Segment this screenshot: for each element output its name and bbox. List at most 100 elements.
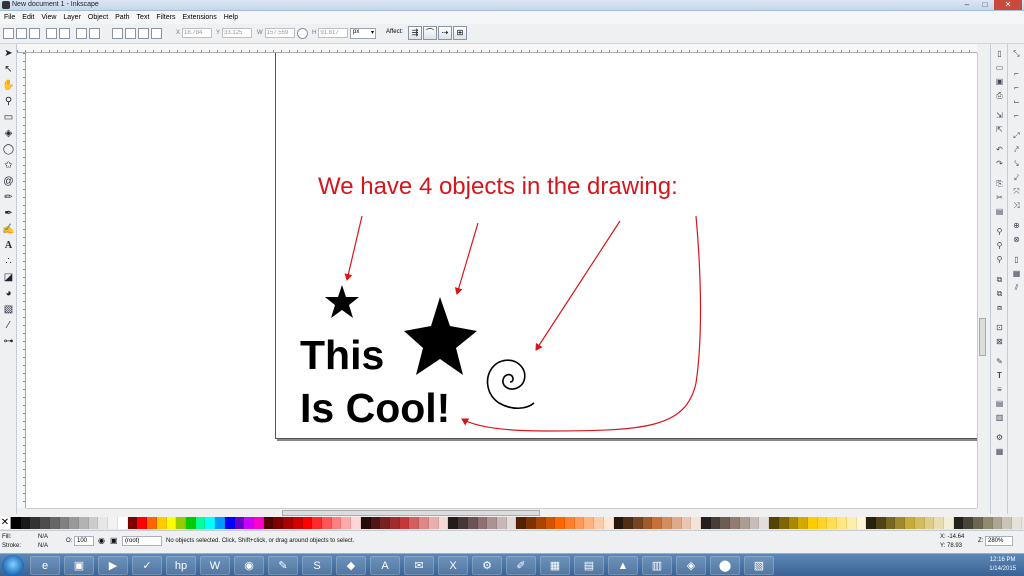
palette-swatch[interactable] bbox=[30, 517, 41, 529]
palette-swatch[interactable] bbox=[963, 517, 974, 529]
palette-swatch[interactable] bbox=[156, 517, 167, 529]
network-icon[interactable]: ◈ bbox=[676, 556, 706, 575]
acrobat-icon[interactable]: A bbox=[370, 556, 400, 575]
snap-bbox-icon[interactable]: ⌐ bbox=[1011, 68, 1022, 79]
vlc-icon[interactable]: ▲ bbox=[608, 556, 638, 575]
palette-swatch[interactable] bbox=[545, 517, 556, 529]
ungroup-icon[interactable]: ⊠ bbox=[994, 336, 1005, 347]
menu-text[interactable]: Text bbox=[137, 14, 150, 21]
deselect-icon[interactable] bbox=[29, 28, 40, 39]
palette-swatch[interactable] bbox=[973, 517, 983, 529]
close-button[interactable]: ✕ bbox=[994, 0, 1022, 10]
palette-swatch[interactable] bbox=[137, 517, 148, 529]
palette-swatch[interactable] bbox=[866, 517, 876, 529]
skype-icon[interactable]: S bbox=[302, 556, 332, 575]
paste-icon[interactable]: ▤ bbox=[994, 206, 1005, 217]
palette-swatch[interactable] bbox=[905, 517, 915, 529]
palette-swatch[interactable] bbox=[117, 517, 128, 529]
palette-swatch[interactable] bbox=[603, 517, 614, 529]
palette-swatch[interactable] bbox=[944, 517, 954, 529]
palette-swatch[interactable] bbox=[1012, 517, 1022, 529]
palette-swatch[interactable] bbox=[458, 517, 468, 529]
palette-swatch[interactable] bbox=[506, 517, 517, 529]
palette-swatch[interactable] bbox=[535, 517, 546, 529]
palette-swatch[interactable] bbox=[195, 517, 206, 529]
snap-bbox-edge-icon[interactable]: ⌐ bbox=[1011, 82, 1022, 93]
palette-swatch[interactable] bbox=[759, 517, 770, 529]
move-patterns-icon[interactable]: ⊞ bbox=[453, 26, 467, 40]
snap-centers-icon[interactable]: ⊕ bbox=[1011, 220, 1022, 231]
maximize-button[interactable]: □ bbox=[976, 0, 994, 10]
palette-swatch[interactable] bbox=[633, 517, 643, 529]
palette-swatch[interactable] bbox=[778, 517, 789, 529]
palette-swatch[interactable] bbox=[856, 517, 867, 529]
palette-swatch[interactable] bbox=[477, 517, 488, 529]
rotate-cw-icon[interactable] bbox=[59, 28, 70, 39]
palette-swatch[interactable] bbox=[292, 517, 303, 529]
snap-nodes-icon[interactable]: ⤢ bbox=[1011, 130, 1022, 141]
connector-tool-icon[interactable]: ⊶ bbox=[2, 335, 15, 348]
palette-swatch[interactable] bbox=[710, 517, 721, 529]
drawing-canvas[interactable]: We have 4 objects in the drawing: This I… bbox=[26, 53, 977, 508]
document-properties-icon[interactable]: ▦ bbox=[994, 446, 1005, 457]
small-star[interactable] bbox=[325, 285, 359, 318]
scale-stroke-icon[interactable]: ⇶ bbox=[408, 26, 422, 40]
palette-swatch[interactable] bbox=[341, 517, 352, 529]
vertical-scrollbar[interactable] bbox=[977, 53, 987, 508]
palette-swatch[interactable] bbox=[409, 517, 420, 529]
palette-swatch[interactable] bbox=[253, 517, 264, 529]
lock-ratio-icon[interactable] bbox=[297, 28, 308, 39]
flip-vertical-icon[interactable] bbox=[89, 28, 100, 39]
flip-horizontal-icon[interactable] bbox=[76, 28, 87, 39]
palette-swatch[interactable] bbox=[652, 517, 663, 529]
palette-swatch[interactable] bbox=[992, 517, 1003, 529]
layer-select[interactable]: (root) bbox=[122, 536, 162, 546]
palette-swatch[interactable] bbox=[574, 517, 585, 529]
clone-icon[interactable]: ⧉ bbox=[994, 288, 1005, 299]
eraser-tool-icon[interactable]: ◪ bbox=[2, 271, 15, 284]
folder-icon[interactable]: ▣ bbox=[64, 556, 94, 575]
raise-icon[interactable] bbox=[125, 28, 136, 39]
palette-swatch[interactable] bbox=[807, 517, 818, 529]
word-icon[interactable]: W bbox=[200, 556, 230, 575]
palette-swatch[interactable] bbox=[370, 517, 381, 529]
x-input[interactable] bbox=[182, 28, 213, 38]
palette-swatch[interactable] bbox=[730, 517, 740, 529]
scale-corners-icon[interactable]: ⌒ bbox=[423, 26, 437, 40]
palette-swatch[interactable] bbox=[79, 517, 89, 529]
clock[interactable]: 12:16 PM 1/14/2015 bbox=[989, 556, 1016, 574]
palette-swatch[interactable] bbox=[185, 517, 196, 529]
palette-swatch[interactable] bbox=[467, 517, 478, 529]
select-all-icon[interactable] bbox=[3, 28, 14, 39]
menu-view[interactable]: View bbox=[41, 14, 56, 21]
no-paint-swatch[interactable]: ✕ bbox=[0, 517, 11, 529]
save-icon[interactable]: ▣ bbox=[994, 76, 1005, 87]
calligraphy-tool-icon[interactable]: ✍ bbox=[2, 223, 15, 236]
palette-swatch[interactable] bbox=[662, 517, 672, 529]
palette-swatch[interactable] bbox=[1002, 517, 1013, 529]
palette-swatch[interactable] bbox=[914, 517, 925, 529]
lock-icon[interactable]: ▣ bbox=[110, 536, 118, 545]
palette-swatch[interactable] bbox=[564, 517, 575, 529]
palette-swatch[interactable] bbox=[11, 517, 21, 529]
palette-swatch[interactable] bbox=[302, 517, 313, 529]
selector-tool-icon[interactable]: ➤ bbox=[2, 47, 15, 60]
xml-editor-icon[interactable]: ▤ bbox=[994, 398, 1005, 409]
palette-swatch[interactable] bbox=[584, 517, 595, 529]
paint-icon[interactable]: ✎ bbox=[268, 556, 298, 575]
duplicate-icon[interactable]: ⧉ bbox=[994, 274, 1005, 285]
palette-swatch[interactable] bbox=[924, 517, 935, 529]
vertical-scroll-thumb[interactable] bbox=[979, 318, 986, 356]
palette-swatch[interactable] bbox=[331, 517, 342, 529]
palette-swatch[interactable] bbox=[69, 517, 80, 529]
cut-icon[interactable]: ✂ bbox=[994, 192, 1005, 203]
chrome-icon[interactable]: ◉ bbox=[234, 556, 264, 575]
excel-icon[interactable]: X bbox=[438, 556, 468, 575]
opacity-field[interactable]: 100 bbox=[74, 536, 94, 546]
snap-cusp-nodes-icon[interactable]: ⤦ bbox=[1011, 172, 1022, 183]
move-gradients-icon[interactable]: ⇢ bbox=[438, 26, 452, 40]
palette-swatch[interactable] bbox=[283, 517, 293, 529]
snap-smooth-nodes-icon[interactable]: ⤧ bbox=[1011, 186, 1022, 197]
palette-swatch[interactable] bbox=[40, 517, 50, 529]
palette-swatch[interactable] bbox=[263, 517, 274, 529]
